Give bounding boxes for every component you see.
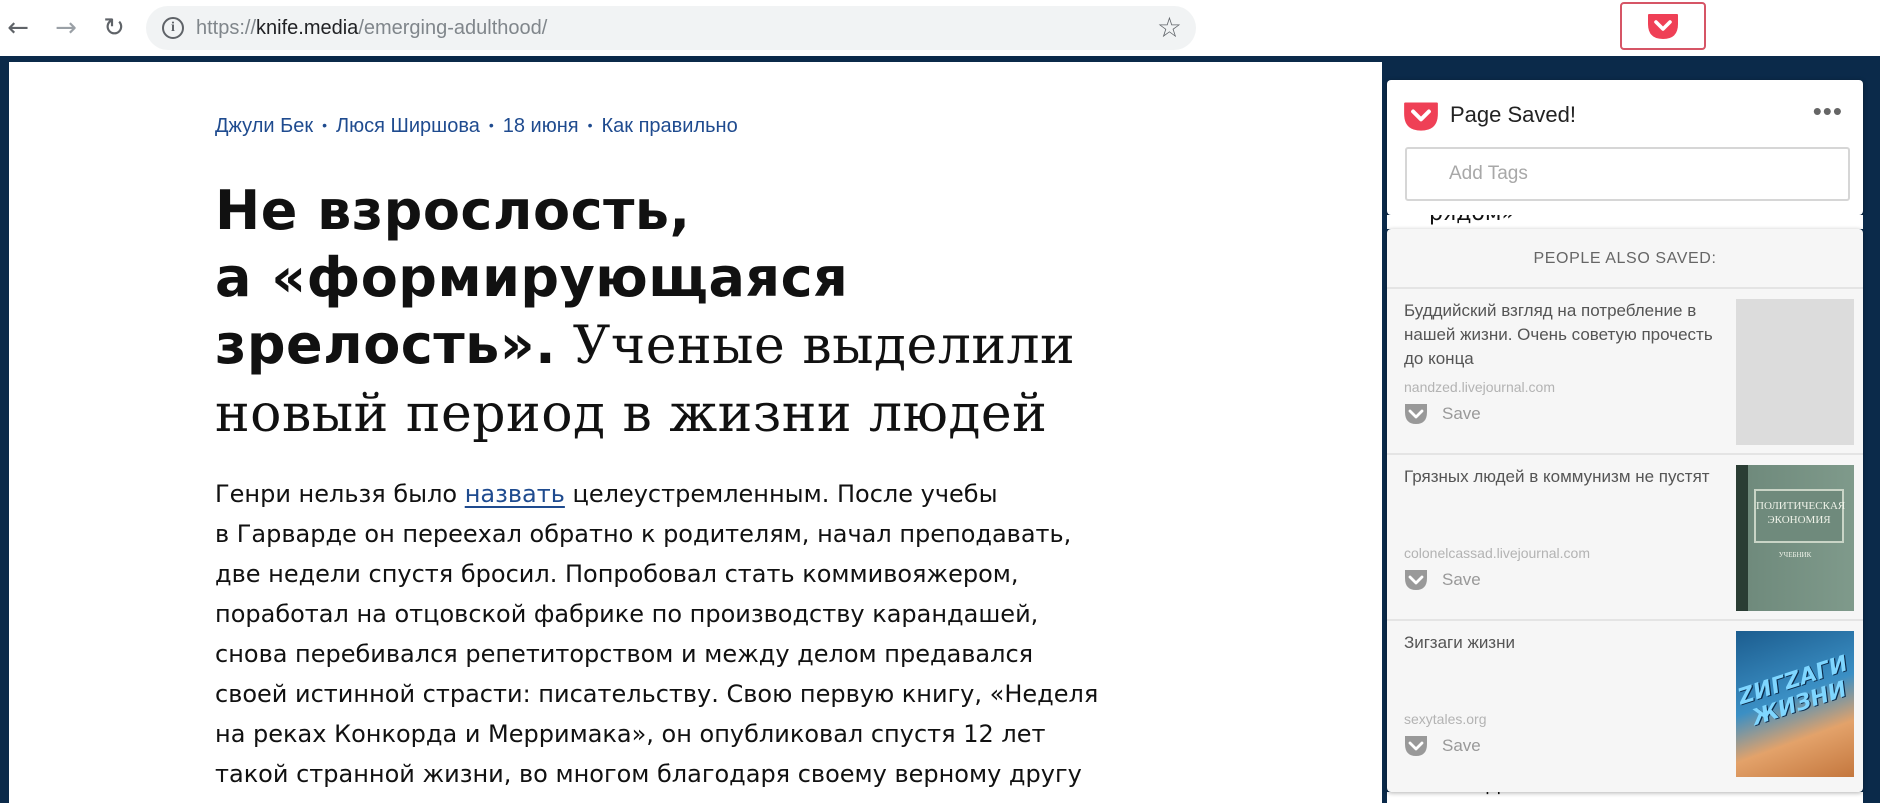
body-text: целеустремленным. После учебы <box>564 480 998 508</box>
back-button[interactable]: ← <box>0 10 36 46</box>
forward-button[interactable]: → <box>48 10 84 46</box>
rec-title[interactable]: Зигзаги жизни <box>1404 631 1724 655</box>
article-date: 18 июня <box>502 115 579 137</box>
body-line: снова перебивался репетиторством и между… <box>215 640 1034 668</box>
article: Джули Бек • Люся Ширшова • 18 июня • Как прави… <box>9 62 1382 803</box>
pocket-save-icon <box>1405 404 1427 424</box>
headline-subtitle: новый период в жизни людей <box>215 384 1048 444</box>
save-button[interactable]: Save <box>1404 403 1481 425</box>
rec-item[interactable]: Зигзаги жизни sexytales.org Save ZИГZАГИ… <box>1387 621 1863 787</box>
article-body: Генри нельзя было назвать целеустремленн… <box>215 474 1205 794</box>
people-also-saved-panel: PEOPLE ALSO SAVED: Буддийский взгляд на … <box>1387 229 1863 792</box>
url-host: knife.media <box>256 17 359 39</box>
pocket-save-icon <box>1405 736 1427 756</box>
headline-bold-line: а «формирующаяся <box>215 246 849 309</box>
add-tags-input[interactable] <box>1405 147 1850 201</box>
author-link[interactable]: Джули Бек <box>215 115 313 137</box>
rec-title[interactable]: Грязных людей в коммунизм не пустят <box>1404 465 1724 489</box>
body-line: Генри нельзя было назвать целеустремленн… <box>215 474 1205 514</box>
rec-item[interactable]: Грязных людей в коммунизм не пустят colo… <box>1387 455 1863 621</box>
site-info-icon[interactable]: i <box>162 17 184 39</box>
url-path: /emerging-adulthood/ <box>358 17 548 39</box>
rec-thumbnail[interactable]: ZИГZАГИ ЖИЗНИ <box>1736 631 1854 777</box>
book-cover-title: ПОЛИТИЧЕСКАЯ ЭКОНОМИЯ <box>1754 489 1845 543</box>
rec-domain: sexytales.org <box>1404 711 1487 727</box>
headline-bold-line: зрелость». <box>215 313 557 376</box>
body-link[interactable]: назвать <box>465 480 565 508</box>
pocket-saved-panel: Page Saved! ••• <box>1387 80 1863 215</box>
page-saved-title: Page Saved! <box>1450 102 1576 127</box>
body-line: две недели спустя бросил. Попробовал ста… <box>215 560 1019 588</box>
pocket-icon <box>1648 14 1678 39</box>
url-text[interactable]: https://knife.media/emerging-adulthood/ <box>196 6 547 50</box>
rec-item[interactable]: Буддийский взгляд на потребление в нашей… <box>1387 289 1863 455</box>
site-sidebar-strip: рядом» <box>1387 215 1863 229</box>
article-headline: Не взрослость, а «формирующаяся зрелость… <box>215 177 1175 447</box>
separator: • <box>322 117 328 133</box>
save-button[interactable]: Save <box>1404 569 1481 591</box>
author-link[interactable]: Люся Ширшова <box>336 115 480 137</box>
book-cover-sub: УЧЕБНИК <box>1778 551 1812 559</box>
separator: • <box>587 117 593 133</box>
site-sidebar-fragment: рядом» <box>1429 215 1515 226</box>
body-line: своей истинной страсти: писательству. Св… <box>215 680 1099 708</box>
recs-header: PEOPLE ALSO SAVED: <box>1387 229 1863 289</box>
body-line: такой странной жизни, во многом благодар… <box>215 760 1082 788</box>
pocket-logo-icon <box>1404 102 1438 131</box>
section-link[interactable]: Как правильно <box>602 115 738 137</box>
rec-domain: nandzed.livejournal.com <box>1404 379 1555 395</box>
headline-bold-line: Не взрослость, <box>215 179 691 242</box>
body-line: поработал на отцовской фабрике по произв… <box>215 600 1039 628</box>
book-cover-title: ZИГZАГИ ЖИЗНИ <box>1736 651 1851 731</box>
save-label: Save <box>1442 404 1481 423</box>
rec-thumbnail[interactable]: ПОЛИТИЧЕСКАЯ ЭКОНОМИЯ УЧЕБНИК <box>1736 465 1854 611</box>
url-scheme: https:// <box>196 17 257 39</box>
site-edge <box>1866 56 1880 803</box>
headline-subtitle: Ученые выделили <box>572 316 1076 376</box>
separator: • <box>488 117 494 133</box>
body-text: Генри нельзя было <box>215 480 465 508</box>
more-options-icon[interactable]: ••• <box>1813 96 1843 127</box>
rec-title[interactable]: Буддийский взгляд на потребление в нашей… <box>1404 299 1724 371</box>
body-line: на реках Конкорда и Мерримака», он опубл… <box>215 720 1046 748</box>
pocket-extension-button[interactable] <box>1620 2 1706 50</box>
save-label: Save <box>1442 570 1481 589</box>
pocket-save-icon <box>1405 570 1427 590</box>
save-label: Save <box>1442 736 1481 755</box>
bookmark-star-icon[interactable]: ☆ <box>1157 12 1182 44</box>
rec-thumbnail[interactable] <box>1736 299 1854 445</box>
body-line: в Гарварде он переехал обратно к родител… <box>215 520 1072 548</box>
reload-button[interactable]: ↻ <box>96 10 132 46</box>
save-button[interactable]: Save <box>1404 735 1481 757</box>
rec-domain: colonelcassad.livejournal.com <box>1404 545 1590 561</box>
browser-toolbar: ← → ↻ i https://knife.media/emerging-adu… <box>0 0 1880 56</box>
article-meta: Джули Бек • Люся Ширшова • 18 июня • Как прави… <box>215 115 738 138</box>
address-bar[interactable]: i https://knife.media/emerging-adulthood… <box>146 6 1196 50</box>
